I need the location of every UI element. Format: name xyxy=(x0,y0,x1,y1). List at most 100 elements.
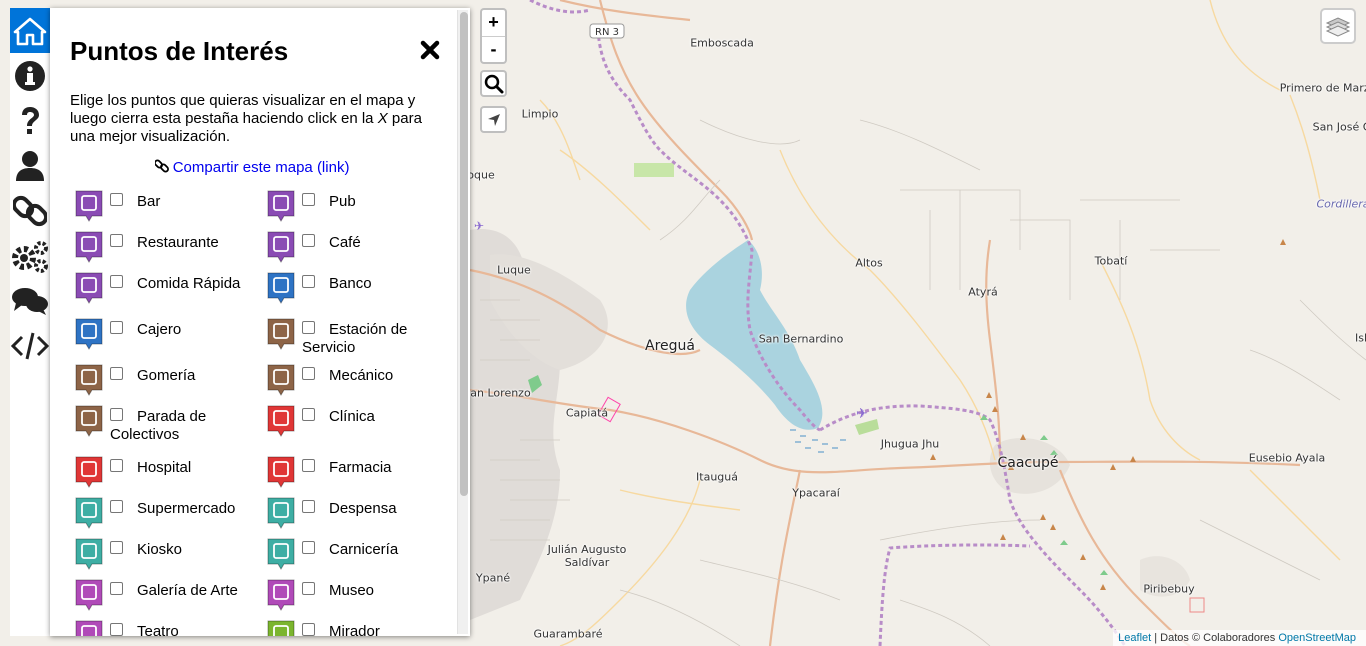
share-map-link[interactable]: Compartir este mapa (link) xyxy=(173,159,350,176)
tab-info[interactable] xyxy=(10,53,50,98)
museum-icon xyxy=(267,579,295,611)
tab-user[interactable] xyxy=(10,143,50,188)
poi-checkbox[interactable] xyxy=(110,408,123,421)
poi-checkbox[interactable] xyxy=(110,367,123,380)
place-label: Itauguá xyxy=(696,470,738,484)
bus-stop-icon xyxy=(75,405,103,437)
poi-checkbox[interactable] xyxy=(302,459,315,472)
poi-item[interactable]: Cajero xyxy=(75,318,260,350)
place-label: Eusebio Ayala xyxy=(1248,451,1326,465)
tab-comments[interactable] xyxy=(10,278,50,323)
search-button[interactable] xyxy=(480,70,507,97)
poi-checkbox[interactable] xyxy=(302,582,315,595)
leaflet-link[interactable]: Leaflet xyxy=(1118,632,1151,644)
place-label: Primero de Marzo xyxy=(1279,81,1366,95)
place-label: Ypané xyxy=(475,571,511,585)
osm-link[interactable]: OpenStreetMap xyxy=(1278,632,1356,644)
poi-item[interactable]: Carnicería xyxy=(267,538,452,570)
zoom-control: + - xyxy=(480,8,507,64)
tab-home[interactable] xyxy=(10,8,50,53)
grocery-icon xyxy=(267,497,295,529)
poi-item[interactable]: Café xyxy=(267,231,452,263)
poi-checkbox[interactable] xyxy=(110,582,123,595)
poi-item[interactable]: Comida Rápida xyxy=(75,272,260,304)
poi-checkbox[interactable] xyxy=(302,623,315,636)
scrollbar-thumb[interactable] xyxy=(460,12,468,496)
layers-icon xyxy=(1325,17,1351,37)
poi-checkbox[interactable] xyxy=(302,367,315,380)
place-label: San Bernardino xyxy=(758,332,844,346)
comments-icon xyxy=(12,287,48,315)
poi-checkbox[interactable] xyxy=(302,500,315,513)
bar-icon xyxy=(75,190,103,222)
butcher-icon xyxy=(267,538,295,570)
poi-checkbox[interactable] xyxy=(110,500,123,513)
poi-item[interactable]: Bar xyxy=(75,190,260,222)
poi-item[interactable]: Parada de Colectivos xyxy=(75,405,260,444)
place-label: Altos xyxy=(855,256,883,270)
poi-checkbox[interactable] xyxy=(110,321,123,334)
poi-item[interactable]: Clínica xyxy=(267,405,452,437)
atm-icon xyxy=(75,318,103,350)
tab-settings[interactable] xyxy=(10,233,50,278)
poi-checkbox[interactable] xyxy=(302,193,315,206)
info-icon xyxy=(15,60,45,91)
poi-item[interactable]: Supermercado xyxy=(75,497,260,529)
poi-item[interactable]: Museo xyxy=(267,579,452,611)
pharmacy-icon xyxy=(267,456,295,488)
poi-item[interactable]: Estación de Servicio xyxy=(267,318,452,357)
poi-checkbox[interactable] xyxy=(302,321,315,334)
layers-button[interactable] xyxy=(1320,8,1356,44)
restaurant-icon xyxy=(75,231,103,263)
tab-help[interactable] xyxy=(10,98,50,143)
poi-checkbox[interactable] xyxy=(302,234,315,247)
poi-checkbox[interactable] xyxy=(110,193,123,206)
tab-link[interactable] xyxy=(10,188,50,233)
viewpoint-icon xyxy=(267,620,295,636)
poi-item[interactable]: Restaurante xyxy=(75,231,260,263)
home-icon xyxy=(13,17,47,45)
poi-checkbox[interactable] xyxy=(302,408,315,421)
poi-item[interactable]: Hospital xyxy=(75,456,260,488)
poi-item[interactable]: Kiosko xyxy=(75,538,260,570)
search-icon xyxy=(484,74,503,93)
zoom-in-button[interactable]: + xyxy=(482,10,505,36)
poi-checkbox[interactable] xyxy=(302,541,315,554)
poi-item[interactable]: Gomería xyxy=(75,364,260,396)
poi-item[interactable]: Mecánico xyxy=(267,364,452,396)
map-attribution: Leaflet | Datos © Colaboradores OpenStre… xyxy=(1113,630,1366,646)
poi-item[interactable]: Teatro xyxy=(75,620,260,636)
tab-code[interactable] xyxy=(10,323,50,368)
poi-item[interactable]: Pub xyxy=(267,190,452,222)
place-label: Jhugua Jhu xyxy=(880,437,940,451)
place-label: Emboscada xyxy=(690,36,754,50)
poi-checkbox[interactable] xyxy=(110,459,123,472)
poi-checkbox[interactable] xyxy=(110,275,123,288)
panel-title: Puntos de Interés xyxy=(70,36,289,66)
place-label: San Lorenzo xyxy=(463,386,531,400)
poi-item[interactable]: Banco xyxy=(267,272,452,304)
poi-checkbox[interactable] xyxy=(302,275,315,288)
locate-button[interactable] xyxy=(480,106,507,133)
poi-checkbox[interactable] xyxy=(110,623,123,636)
place-label: Ypacaraí xyxy=(792,486,840,500)
place-label: oque xyxy=(467,168,495,182)
poi-item[interactable]: Mirador xyxy=(267,620,452,636)
poi-item[interactable]: Farmacia xyxy=(267,456,452,488)
zoom-out-button[interactable]: - xyxy=(482,36,505,62)
poi-item[interactable]: Despensa xyxy=(267,497,452,529)
place-label: Julián Augusto Saldívar xyxy=(547,543,627,569)
road-label: RN 3 xyxy=(595,27,619,38)
close-button[interactable] xyxy=(420,40,440,65)
hospital-icon xyxy=(75,456,103,488)
poi-checkbox[interactable] xyxy=(110,541,123,554)
share-map[interactable]: Compartir este mapa (link) xyxy=(70,159,434,176)
place-label: Atyrá xyxy=(968,285,998,299)
poi-item[interactable]: Galería de Arte xyxy=(75,579,260,611)
panel-scrollbar[interactable] xyxy=(457,10,468,634)
description-x: X xyxy=(377,110,388,127)
close-icon xyxy=(420,40,440,60)
place-label: Areguá xyxy=(645,338,695,354)
poi-checkbox[interactable] xyxy=(110,234,123,247)
bank-icon xyxy=(267,272,295,304)
